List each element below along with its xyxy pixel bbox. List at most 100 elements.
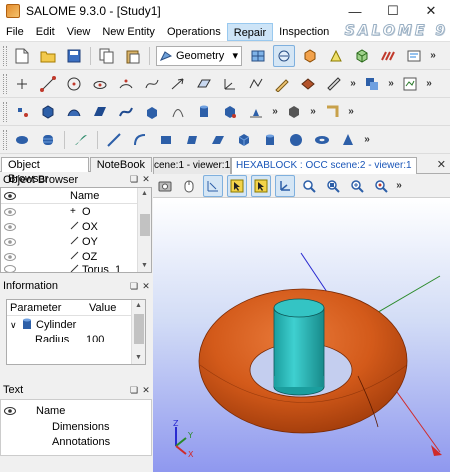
- name-column-header[interactable]: Name: [36, 405, 65, 417]
- copy-icon[interactable]: [96, 45, 118, 67]
- line-icon[interactable]: [37, 73, 59, 95]
- toolbar-overflow-icon[interactable]: »: [385, 78, 397, 89]
- quadrangle-icon[interactable]: [181, 129, 203, 151]
- circle-icon[interactable]: [63, 73, 85, 95]
- maximize-button[interactable]: ☐: [374, 0, 412, 22]
- scrollbar-thumb[interactable]: [134, 314, 144, 344]
- fillet-icon[interactable]: [70, 129, 92, 151]
- toolbar-overflow-icon[interactable]: »: [393, 180, 405, 191]
- value-column-header[interactable]: Value: [89, 302, 116, 314]
- show-trihedron-icon[interactable]: [275, 174, 295, 197]
- toolbar-handle[interactable]: [3, 101, 7, 122]
- curve-icon[interactable]: [141, 73, 163, 95]
- cylinder-primitive-icon[interactable]: [193, 101, 215, 123]
- close-dock-icon[interactable]: ✕: [140, 385, 152, 396]
- disk-icon[interactable]: [11, 129, 33, 151]
- tab-occ-scene-1[interactable]: cene:1 - viewer:1: [153, 156, 231, 174]
- toolbar-handle[interactable]: [3, 129, 7, 150]
- tree-row[interactable]: Torus_1: [1, 264, 151, 272]
- float-dock-icon[interactable]: ❏: [128, 385, 140, 396]
- close-dock-icon[interactable]: ✕: [140, 281, 152, 292]
- float-dock-icon[interactable]: ❏: [128, 174, 140, 185]
- minimize-button[interactable]: —: [336, 0, 374, 22]
- mesh-module-icon[interactable]: [247, 45, 269, 67]
- transform-icon[interactable]: [321, 101, 343, 123]
- text-tree-item[interactable]: Dimensions: [1, 419, 151, 434]
- sketch-icon[interactable]: [271, 73, 293, 95]
- tree-row[interactable]: OX: [1, 219, 151, 234]
- toolbar-overflow-icon[interactable]: »: [361, 134, 373, 145]
- scroll-up-icon[interactable]: ▲: [132, 300, 145, 312]
- menu-edit[interactable]: Edit: [30, 23, 61, 41]
- fit-all-icon[interactable]: [299, 175, 319, 197]
- select-cursor-icon[interactable]: [227, 174, 247, 197]
- cone-icon[interactable]: [337, 129, 359, 151]
- visibility-eye-icon[interactable]: [4, 222, 18, 232]
- scroll-down-icon[interactable]: ▼: [132, 352, 145, 364]
- fit-area-icon[interactable]: [323, 175, 343, 197]
- edge-icon[interactable]: [167, 101, 189, 123]
- plane-icon[interactable]: [193, 73, 215, 95]
- cylinder-icon[interactable]: [259, 129, 281, 151]
- toolbar-overflow-icon[interactable]: »: [427, 50, 439, 61]
- sphere-icon[interactable]: [285, 129, 307, 151]
- toolbar-overflow-icon[interactable]: »: [345, 106, 357, 117]
- select-rect-icon[interactable]: [203, 174, 223, 197]
- toolbar-overflow-icon[interactable]: »: [423, 78, 435, 89]
- rectangle-primitive-icon[interactable]: [155, 129, 177, 151]
- parallelogram-icon[interactable]: [207, 129, 229, 151]
- menu-file[interactable]: File: [0, 23, 30, 41]
- close-tab-icon[interactable]: ✕: [437, 158, 446, 171]
- point-icon[interactable]: [11, 73, 33, 95]
- object-browser-scrollbar[interactable]: ▲ ▼: [137, 188, 151, 272]
- zoom-icon[interactable]: [347, 175, 367, 197]
- hexablock-module-icon[interactable]: [299, 45, 321, 67]
- open-folder-icon[interactable]: [37, 45, 59, 67]
- module-selector[interactable]: Geometry ▾: [156, 45, 242, 66]
- new-document-icon[interactable]: [11, 45, 33, 67]
- dump-view-icon[interactable]: [155, 175, 175, 197]
- parameter-column-header[interactable]: Parameter: [10, 302, 89, 314]
- name-column-header[interactable]: Name: [70, 190, 99, 202]
- visibility-eye-icon[interactable]: [4, 207, 18, 217]
- menu-view[interactable]: View: [61, 23, 97, 41]
- chevron-down-icon[interactable]: ∨: [10, 320, 22, 331]
- jobmanager-module-icon[interactable]: [403, 45, 425, 67]
- partition-icon[interactable]: [219, 101, 241, 123]
- polyline-icon[interactable]: [245, 73, 267, 95]
- toolbar-overflow-icon[interactable]: »: [347, 78, 359, 89]
- save-icon[interactable]: [63, 45, 85, 67]
- toolbar-handle[interactable]: [3, 45, 7, 66]
- tab-hexablock-scene-2[interactable]: HEXABLOCK : OCC scene:2 - viewer:1: [231, 156, 417, 174]
- ellipse-icon[interactable]: [89, 73, 111, 95]
- object-browser-tree[interactable]: Name + O OX OY OZ Torus_1 ▲ ▼: [0, 187, 152, 273]
- float-dock-icon[interactable]: ❏: [128, 281, 140, 292]
- visibility-eye-icon[interactable]: [4, 252, 18, 262]
- solid-icon[interactable]: [141, 101, 163, 123]
- group-create-icon[interactable]: [361, 73, 383, 95]
- menu-new-entity[interactable]: New Entity: [96, 23, 161, 41]
- shell-icon[interactable]: [63, 101, 85, 123]
- toolbar-overflow-icon[interactable]: »: [269, 106, 281, 117]
- menu-inspection[interactable]: Inspection: [273, 23, 335, 41]
- arc-primitive-icon[interactable]: [129, 129, 151, 151]
- information-row[interactable]: ∨ Cylinder: [7, 316, 145, 334]
- fit-selection-icon[interactable]: [371, 175, 391, 197]
- occ-3d-viewer[interactable]: Z Y X: [153, 198, 450, 472]
- close-dock-icon[interactable]: ✕: [140, 174, 152, 185]
- dump-study-icon[interactable]: [399, 73, 421, 95]
- information-row[interactable]: Radius 100: [7, 334, 145, 342]
- information-scrollbar[interactable]: ▲ ▼: [131, 300, 145, 364]
- select-box-icon[interactable]: [251, 174, 271, 197]
- cylinder-shape[interactable]: [273, 298, 325, 396]
- tree-row[interactable]: OY: [1, 234, 151, 249]
- scroll-down-icon[interactable]: ▼: [138, 260, 151, 272]
- line-primitive-icon[interactable]: [103, 129, 125, 151]
- torus-primitive-icon[interactable]: [311, 129, 333, 151]
- visibility-eye-icon[interactable]: [4, 237, 18, 247]
- glue-icon[interactable]: [245, 101, 267, 123]
- scrollbar-thumb[interactable]: [140, 214, 150, 236]
- tab-object-browser[interactable]: Object Browser: [1, 157, 89, 185]
- paravis-module-icon[interactable]: [325, 45, 347, 67]
- shape-2d-icon[interactable]: [297, 73, 319, 95]
